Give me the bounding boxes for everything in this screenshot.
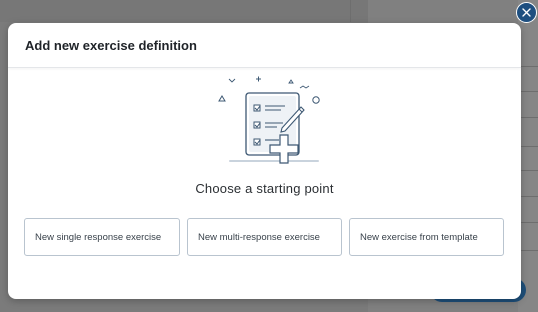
new-exercise-from-template-button[interactable]: New exercise from template xyxy=(349,218,504,256)
modal-header: Add new exercise definition xyxy=(8,23,521,68)
option-label: New exercise from template xyxy=(360,231,478,243)
close-icon xyxy=(522,8,531,17)
option-label: New single response exercise xyxy=(35,231,162,243)
add-exercise-modal: Add new exercise definition Choose a sta… xyxy=(8,23,521,299)
modal-title: Add new exercise definition xyxy=(25,37,197,53)
checklist-plus-icon xyxy=(218,76,320,164)
choose-starting-point-heading: Choose a starting point xyxy=(195,181,334,196)
close-modal-button[interactable] xyxy=(516,2,537,23)
new-single-response-exercise-button[interactable]: New single response exercise xyxy=(24,218,180,256)
background-scroll-panel xyxy=(518,0,538,312)
option-label: New multi-response exercise xyxy=(198,231,320,243)
new-multi-response-exercise-button[interactable]: New multi-response exercise xyxy=(187,218,342,256)
